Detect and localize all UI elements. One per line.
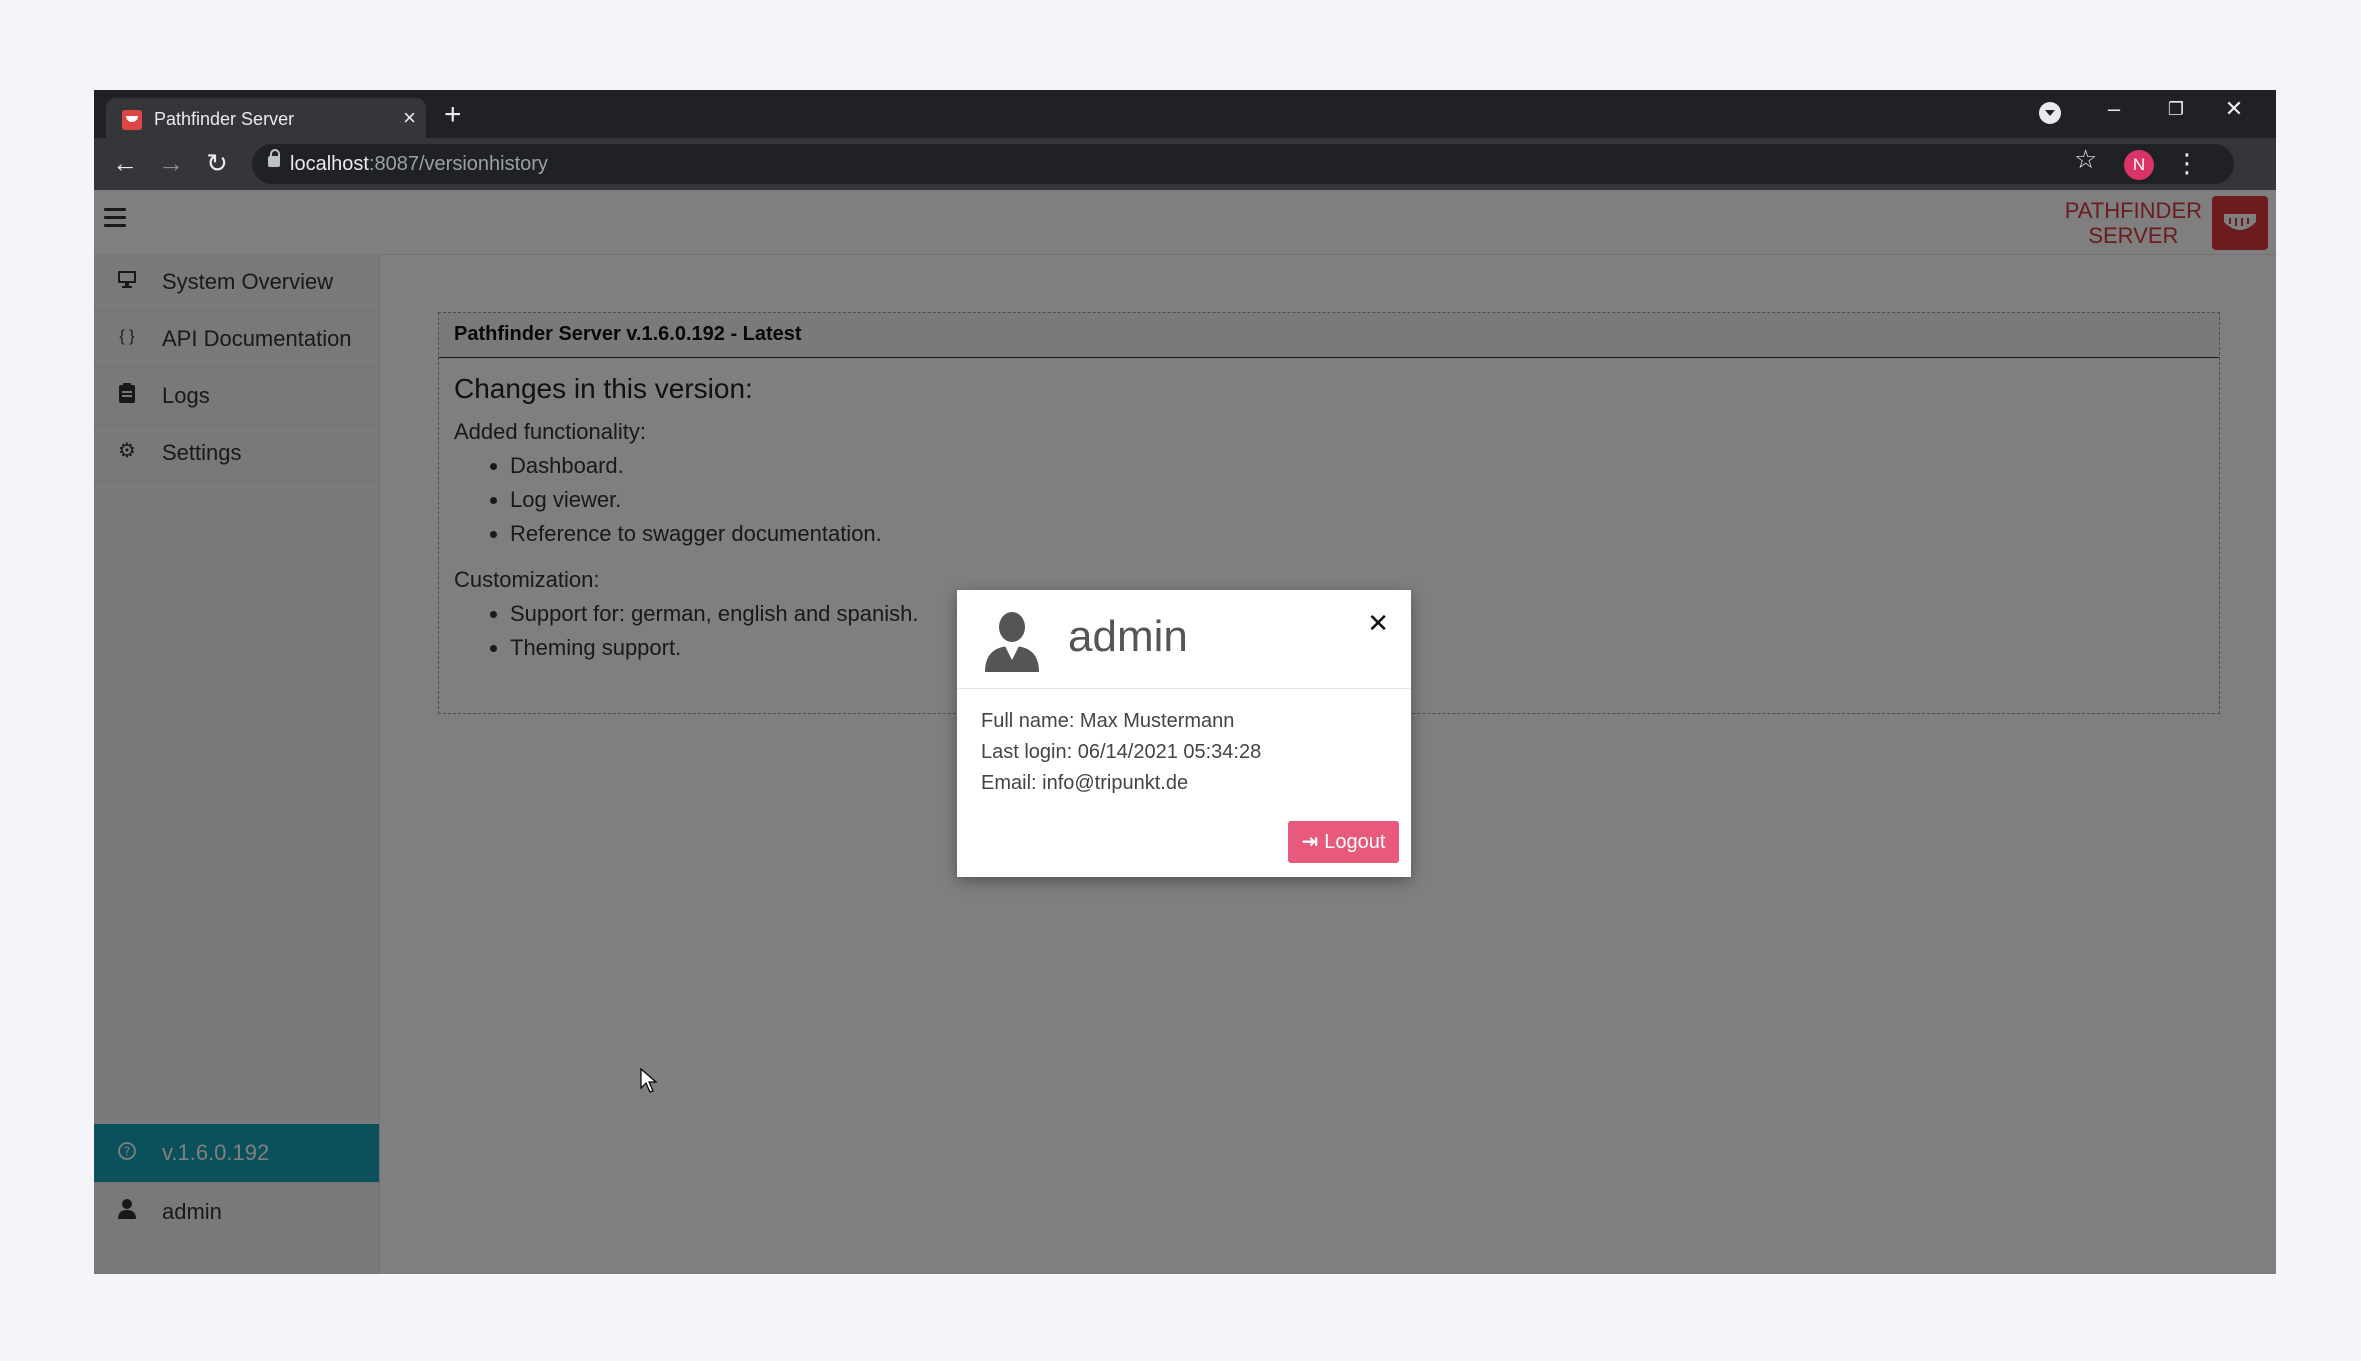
browser-toolbar: ← → ↻ localhost:8087/versionhistory ☆ N …: [94, 138, 2276, 190]
tab-title: Pathfinder Server: [154, 109, 295, 129]
address-bar[interactable]: localhost:8087/versionhistory: [252, 144, 2234, 184]
minimize-icon[interactable]: –: [2094, 94, 2134, 124]
logout-button[interactable]: ⇥ Logout: [1288, 821, 1399, 863]
forward-arrow-icon[interactable]: →: [154, 148, 188, 178]
modal-body: Full name: Max Mustermann Last login: 06…: [981, 706, 1261, 799]
window-close-icon[interactable]: ✕: [2214, 94, 2254, 124]
full-name-text: Full name: Max Mustermann: [981, 710, 1235, 732]
tab-close-icon[interactable]: ×: [403, 105, 416, 131]
user-modal: admin ✕ Full name: Max Mustermann Last l…: [957, 590, 1411, 877]
new-tab-icon[interactable]: +: [444, 98, 462, 132]
logout-icon: ⇥: [1301, 831, 1319, 853]
url-text: localhost:8087/versionhistory: [290, 153, 548, 175]
reload-icon[interactable]: ↻: [200, 148, 234, 178]
pathfinder-favicon-icon: [122, 110, 142, 130]
email-text: Email: info@tripunkt.de: [981, 772, 1189, 794]
mouse-cursor-icon: [640, 1068, 658, 1093]
tab-search-icon[interactable]: [2039, 102, 2061, 124]
restore-icon[interactable]: ❐: [2156, 94, 2196, 124]
back-arrow-icon[interactable]: ←: [108, 148, 142, 178]
lock-icon: [268, 149, 280, 167]
browser-tab[interactable]: Pathfinder Server ×: [106, 98, 426, 140]
last-login-text: Last login: 06/14/2021 05:34:28: [981, 741, 1262, 763]
tab-strip: Pathfinder Server × + – ❐ ✕: [94, 90, 2276, 140]
profile-avatar[interactable]: N: [2124, 150, 2154, 180]
logout-label: Logout: [1324, 831, 1386, 853]
modal-header: admin ✕: [957, 590, 1411, 689]
modal-title: admin: [1068, 612, 1188, 661]
browser-window: Pathfinder Server × + – ❐ ✕ ← → ↻ localh…: [94, 90, 2276, 1274]
bookmark-star-icon[interactable]: ☆: [2074, 144, 2097, 175]
page-content: PATHFINDER SERVER System Overview { } AP…: [94, 190, 2276, 1274]
user-avatar-icon: [983, 610, 1041, 677]
modal-close-icon[interactable]: ✕: [1367, 608, 1389, 639]
browser-menu-icon[interactable]: ⋮: [2174, 148, 2200, 179]
